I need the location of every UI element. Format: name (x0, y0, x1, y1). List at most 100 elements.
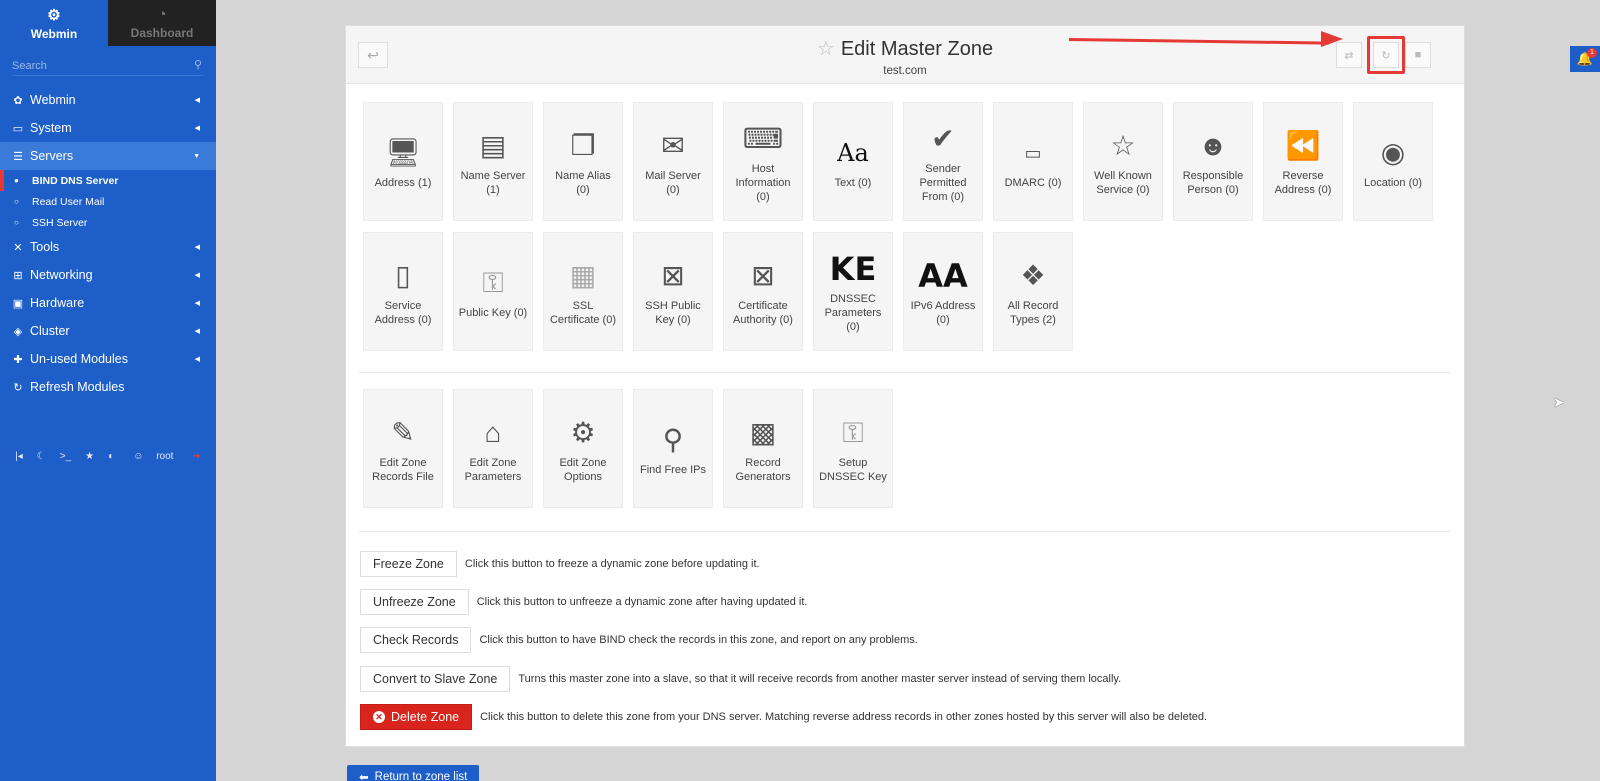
caret-down-icon: ▼ (193, 152, 200, 160)
gear-icon: ✿ (13, 94, 23, 107)
night-mode-icon[interactable]: ☾ (32, 449, 51, 464)
sidebar-item-cluster[interactable]: ◈ Cluster ◀ (0, 317, 216, 345)
caret-left-icon: ◀ (194, 356, 200, 363)
apply-button[interactable]: ⇄ (1336, 42, 1362, 68)
return-to-zone-list-button[interactable]: ⬅ Return to zone list (347, 765, 480, 781)
record-tile-service-address[interactable]: ▯ Service Address (0) (363, 232, 443, 351)
tile-label: SSH Public Key (0) (645, 299, 701, 326)
notifications-button[interactable]: 🔔 1 (1570, 46, 1600, 72)
tab-webmin[interactable]: ⚙ Webmin (0, 0, 108, 46)
convert-to-slave-button[interactable]: Convert to Slave Zone (360, 666, 511, 692)
freeze-zone-button[interactable]: Freeze Zone (360, 551, 457, 577)
collapse-icon[interactable]: |◂ (10, 449, 28, 464)
stop-button[interactable]: ■ (1405, 42, 1431, 68)
favorites-star-icon[interactable]: ★ (80, 449, 99, 464)
record-tile-ssl-certificate[interactable]: ▦ SSL Certificate (0) (543, 232, 623, 351)
check-records-button[interactable]: Check Records (360, 627, 472, 653)
tile-label: Text (0) (834, 176, 872, 189)
record-tile-certificate-authority[interactable]: ⊠ Certificate Authority (0) (723, 232, 803, 351)
sidebar-item-system[interactable]: ▭ System ◀ (0, 114, 216, 142)
sidebar-item-servers[interactable]: ☰ Servers ▼ (0, 142, 216, 170)
record-tile-well-known-service[interactable]: ☆ Well Known Service (0) (1083, 102, 1163, 221)
delete-zone-button[interactable]: ✕ Delete Zone (360, 704, 473, 730)
record-tile-address[interactable]: 🖥 Address (1) (363, 102, 443, 221)
action-row-convert: Convert to Slave Zone Turns this master … (360, 666, 1121, 692)
palette-icon[interactable]: ◐ (103, 449, 119, 464)
record-tile-dnssec-params[interactable]: KE DNSSEC Parameters (0) (813, 232, 893, 351)
bullet-filled-icon: ● (14, 176, 19, 185)
windows-icon: ❐ (570, 129, 596, 161)
logout-icon[interactable]: ➜ (187, 449, 205, 464)
gear-icon: ⚙ (570, 416, 596, 448)
tab-dashboard[interactable]: ◔ Dashboard (108, 0, 216, 46)
sidebar-subitem-ssh[interactable]: ○ SSH Server (0, 212, 216, 233)
tile-label: Reverse Address (0) (1274, 169, 1332, 196)
caret-left-icon: ◀ (194, 244, 200, 251)
lamp-icon: ⌂ (484, 416, 502, 448)
tool-tile-edit-zone-options[interactable]: ⚙ Edit Zone Options (543, 389, 623, 508)
sidebar-item-networking[interactable]: ⊞ Networking ◀ (0, 261, 216, 289)
record-tile-name-server[interactable]: ▤ Name Server (1) (453, 102, 533, 221)
tile-label: Location (0) (1363, 176, 1423, 189)
tool-tile-record-generators[interactable]: ▩ Record Generators (723, 389, 803, 508)
tile-label: Setup DNSSEC Key (819, 456, 887, 483)
sidebar-item-unused-modules[interactable]: ✚ Un-used Modules ◀ (0, 345, 216, 373)
record-tile-responsible-person[interactable]: ☻ Responsible Person (0) (1173, 102, 1253, 221)
sidebar: ⚙ Webmin ◔ Dashboard ⚲ ✿ Webmin ◀ ▭ Syst… (0, 0, 216, 781)
magnifier-icon: ⚲ (662, 423, 684, 455)
sidebar-item-label: Hardware (30, 296, 85, 310)
record-tile-location[interactable]: ◉ Location (0) (1353, 102, 1433, 221)
tool-tile-find-free-ips[interactable]: ⚲ Find Free IPs (633, 389, 713, 508)
record-tile-reverse-address[interactable]: ⏪ Reverse Address (0) (1263, 102, 1343, 221)
user-icon: ☺ (133, 451, 144, 462)
tile-label: Well Known Service (0) (1094, 169, 1152, 196)
sidebar-item-webmin[interactable]: ✿ Webmin ◀ (0, 86, 216, 114)
layers-icon: ◈ (13, 325, 23, 338)
tile-label: Certificate Authority (0) (733, 299, 793, 326)
ke-icon: KE (829, 249, 877, 288)
panel-header: ↩ ☆ Edit Master Zone test.com ⇄ ↻ ■ (346, 26, 1464, 84)
record-tile-all-types[interactable]: ❖ All Record Types (2) (993, 232, 1073, 351)
record-tile-text[interactable]: Aa Text (0) (813, 102, 893, 221)
favorite-star-icon[interactable]: ☆ (817, 38, 835, 60)
id-card-icon: ▤ (479, 129, 507, 161)
aa-icon: AA (918, 256, 968, 295)
tool-tile-setup-dnssec-key[interactable]: ⚿ Setup DNSSEC Key (813, 389, 893, 508)
ssh-window-icon: ⊠ (661, 259, 685, 291)
user-button[interactable]: ☺ root (123, 449, 183, 464)
file-edit-icon: ✎ (391, 416, 415, 448)
action-description: Click this button to delete this zone fr… (480, 711, 1208, 723)
tool-tile-edit-records-file[interactable]: ✎ Edit Zone Records File (363, 389, 443, 508)
ca-window-icon: ⊠ (751, 259, 775, 291)
sidebar-subitem-read-mail[interactable]: ○ Read User Mail (0, 191, 216, 212)
hardware-icon: ▣ (12, 297, 24, 310)
tile-label: Edit Zone Parameters (464, 456, 522, 483)
sidebar-item-label: Cluster (30, 324, 70, 338)
sidebar-subitem-bind-dns[interactable]: ● BIND DNS Server (0, 170, 216, 191)
record-tile-spf[interactable]: ✔ Sender Permitted From (0) (903, 102, 983, 221)
record-tile-host-info[interactable]: ⌨ Host Information (0) (723, 102, 803, 221)
record-tile-public-key[interactable]: ⚿ Public Key (0) (453, 232, 533, 351)
bullet-empty-icon: ○ (14, 218, 19, 227)
globe-icon: ◉ (1380, 136, 1406, 168)
mouse-cursor-icon: ➤ (1553, 394, 1565, 410)
terminal-icon[interactable]: >_ (55, 449, 76, 464)
webmin-logo-icon: ⚙ (47, 6, 61, 24)
action-description: Turns this master zone into a slave, so … (518, 673, 1122, 685)
search-icon[interactable]: ⚲ (194, 58, 202, 71)
tool-tile-edit-zone-params[interactable]: ⌂ Edit Zone Parameters (453, 389, 533, 508)
search-input[interactable] (12, 60, 204, 72)
tile-label: Host Information (0) (735, 162, 791, 203)
sidebar-item-tools[interactable]: ✕ Tools ◀ (0, 233, 216, 261)
sidebar-subitem-label: BIND DNS Server (32, 174, 119, 187)
zone-name: test.com (883, 65, 927, 77)
sidebar-item-refresh-modules[interactable]: ↻ Refresh Modules (0, 373, 216, 401)
record-tile-ipv6-address[interactable]: AA IPv6 Address (0) (903, 232, 983, 351)
record-tile-ssh-public-key[interactable]: ⊠ SSH Public Key (0) (633, 232, 713, 351)
record-tile-mail-server[interactable]: ✉ Mail Server (0) (633, 102, 713, 221)
sidebar-item-hardware[interactable]: ▣ Hardware ◀ (0, 289, 216, 317)
record-tile-name-alias[interactable]: ❐ Name Alias (0) (543, 102, 623, 221)
apply-icon: ⇄ (1344, 49, 1354, 62)
record-tile-dmarc[interactable]: ▭ DMARC (0) (993, 102, 1073, 221)
unfreeze-zone-button[interactable]: Unfreeze Zone (360, 589, 469, 615)
